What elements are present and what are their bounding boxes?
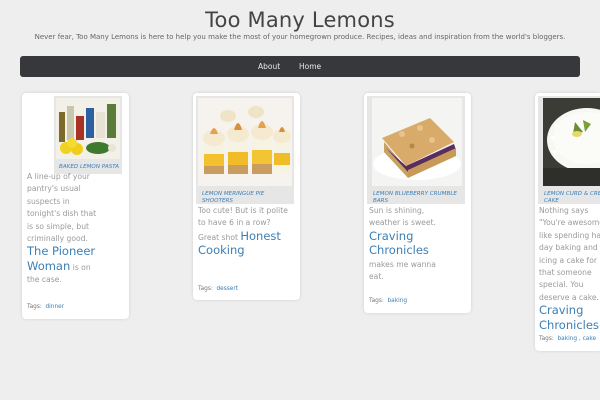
tags-label: Tags: [27,304,42,310]
post-excerpt: Sun is shining, weather is sweet. Cravin… [369,205,449,283]
post-excerpt-text: Nothing says "You're awesome" like spend… [539,206,600,302]
nav-link-home[interactable]: Home [299,62,321,71]
post-card-lemon-meringue-pie-shooters: LEMON MERINGUE PIE SHOOTERS Too cute! Bu… [193,93,300,300]
nav-link-about[interactable]: About [258,62,280,71]
post-image-baked-lemon-pasta[interactable] [56,98,120,159]
post-card-lemon-curd-cream-cake: LEMON CURD & CREAM CAKE Nothing says "Yo… [535,93,600,351]
post-excerpt-text-after: makes me wanna eat. [369,259,436,282]
post-excerpt: Nothing says "You're awesome" like spend… [539,205,600,333]
post-tags: Tags: baking [369,298,407,304]
post-excerpt-text: Sun is shining, weather is sweet. [369,206,436,228]
site-title[interactable]: Too Many Lemons [0,8,600,32]
post-card-lemon-blueberry-crumble-bars: LEMON BLUEBERRY CRUMBLE BARS Sun is shin… [364,93,471,313]
post-caption[interactable]: BAKED LEMON PASTA [59,164,125,171]
post-source-link[interactable]: Craving Chronicles [369,229,429,257]
tags-label: Tags: [198,286,213,292]
post-caption[interactable]: LEMON CURD & CREAM CAKE [544,191,600,205]
post-excerpt: A line-up of your pantry's usual suspect… [27,171,101,287]
tag-link-cake[interactable]: cake [583,336,596,342]
tag-link-dessert[interactable]: dessert [216,286,238,292]
post-excerpt: Too cute! But is it polite to have 6 in … [198,205,288,259]
post-image-lemon-meringue-pie-shooters[interactable] [198,98,292,186]
main-navbar: About Home [20,56,580,77]
post-excerpt-text: A line-up of your pantry's usual suspect… [27,172,97,244]
tag-link-baking[interactable]: baking [387,298,407,304]
post-image-lemon-curd-cream-cake[interactable] [543,98,600,186]
post-caption[interactable]: LEMON MERINGUE PIE SHOOTERS [202,191,292,205]
post-card-baked-lemon-pasta: BAKED LEMON PASTA A line-up of your pant… [22,93,129,319]
post-tags: Tags: dinner [27,304,64,310]
tags-label: Tags: [369,298,384,304]
post-tags: Tags: dessert [198,286,238,292]
tags-label: Tags: [539,336,554,342]
tag-link-dinner[interactable]: dinner [45,304,64,310]
tag-link-baking[interactable]: baking [557,336,577,342]
post-caption[interactable]: LEMON BLUEBERRY CRUMBLE BARS [373,191,465,205]
site-tagline: Never fear, Too Many Lemons is here to h… [34,33,566,41]
post-tags: Tags: baking , cake [539,336,597,342]
post-image-lemon-blueberry-crumble-bars[interactable] [372,98,462,186]
post-source-link[interactable]: Craving Chronicles [539,303,599,331]
